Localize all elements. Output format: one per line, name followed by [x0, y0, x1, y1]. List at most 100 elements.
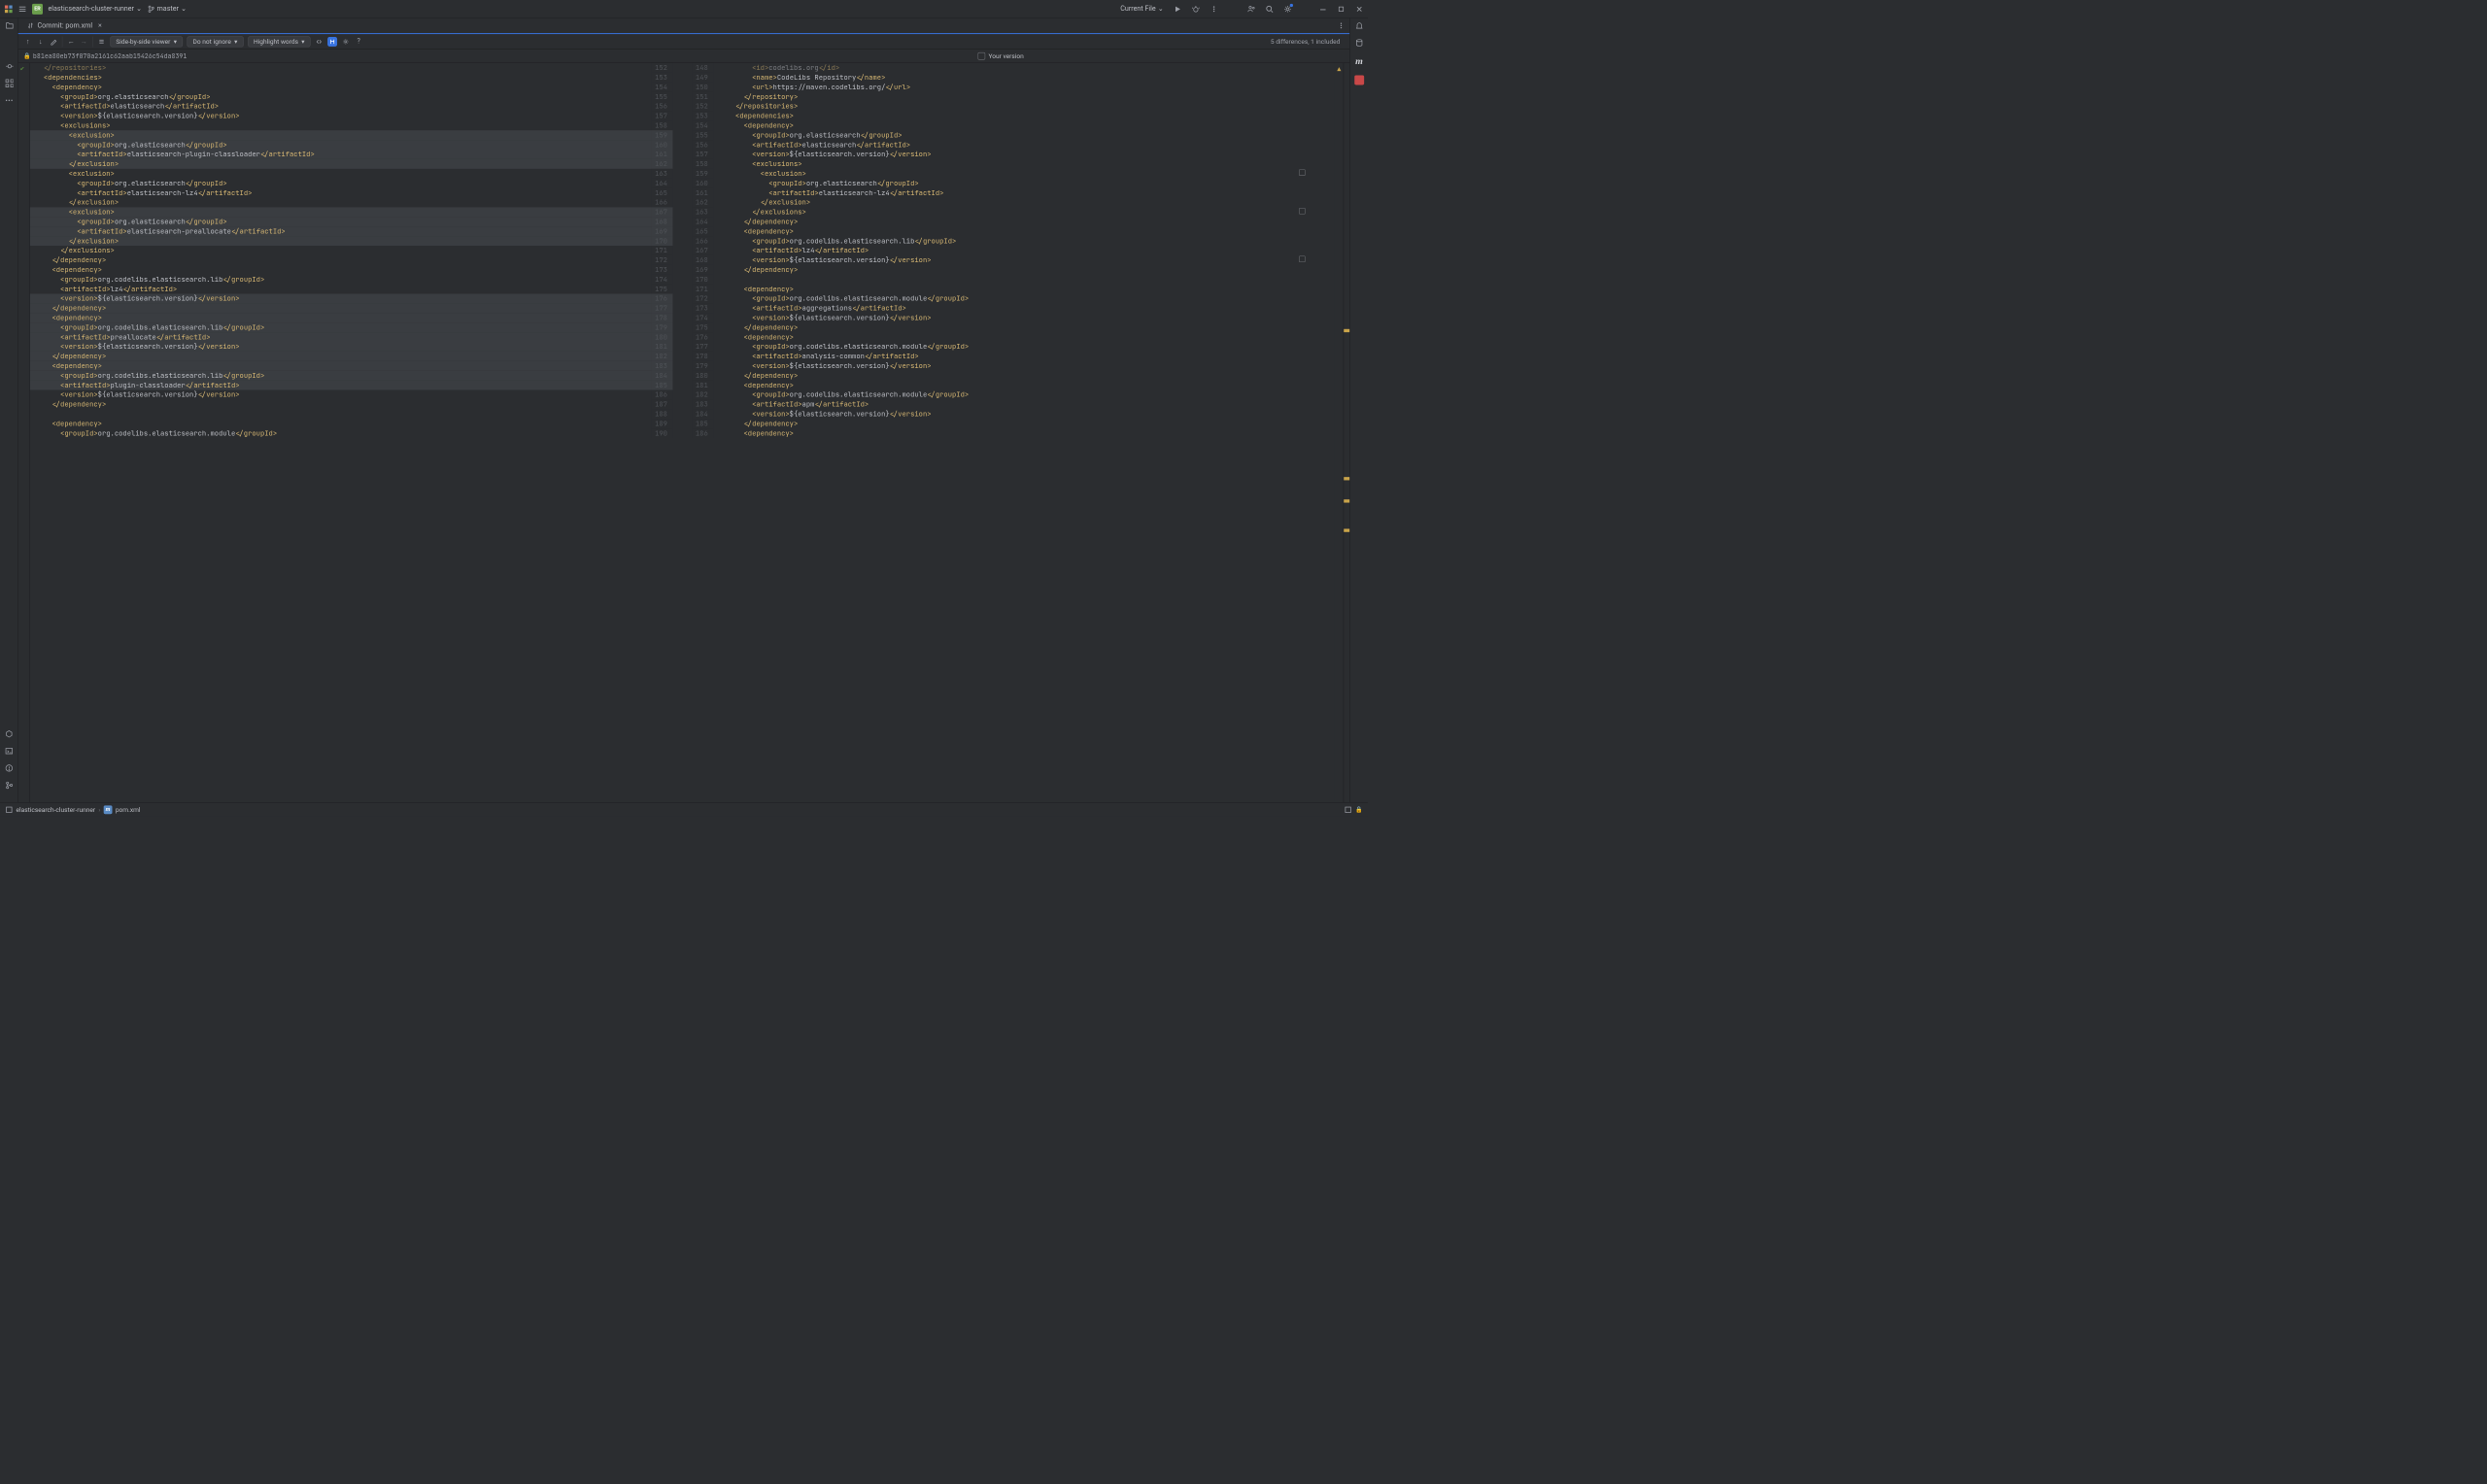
code-line[interactable]: 184 <version>${elasticsearch.version}</v…	[692, 409, 1335, 419]
code-line[interactable]: 186 <dependency>	[692, 428, 1335, 438]
project-tool-icon[interactable]	[5, 21, 14, 30]
left-diff-pane[interactable]: </repositories> 152 <dependencies> 153 <…	[30, 63, 673, 802]
minimize-icon[interactable]	[1318, 5, 1327, 14]
main-menu-icon[interactable]	[18, 5, 27, 14]
project-dropdown[interactable]: elasticsearch-cluster-runner ⌄	[49, 5, 143, 13]
code-line[interactable]: <version>${elasticsearch.version}</versi…	[30, 294, 673, 304]
code-line[interactable]: </exclusion> 170	[30, 236, 673, 246]
indent-icon[interactable]	[1345, 806, 1352, 814]
include-change-checkbox[interactable]	[1299, 169, 1306, 176]
code-line[interactable]: 165 <dependency>	[692, 226, 1335, 236]
your-version-checkbox[interactable]	[977, 52, 985, 60]
code-line[interactable]: <groupId>org.elasticsearch</groupId> 160	[30, 140, 673, 150]
ignore-dropdown[interactable]: Do not ignore▾	[187, 36, 243, 47]
code-line[interactable]: </repositories> 152	[30, 63, 673, 73]
structure-tool-icon[interactable]	[5, 79, 14, 87]
code-line[interactable]: <dependency> 154	[30, 83, 673, 92]
code-line[interactable]: </exclusion> 162	[30, 159, 673, 169]
right-diff-pane[interactable]: 148 <id>codelibs.org</id> 149 <name>Code…	[692, 63, 1335, 802]
run-icon[interactable]	[1174, 5, 1182, 14]
database-icon[interactable]	[1355, 39, 1364, 48]
run-config-dropdown[interactable]: Current File ⌄	[1120, 5, 1164, 13]
code-line[interactable]: 177 <groupId>org.codelibs.elasticsearch.…	[692, 342, 1335, 352]
code-line[interactable]: 155 <groupId>org.elasticsearch</groupId>	[692, 130, 1335, 140]
code-line[interactable]: 170	[692, 275, 1335, 285]
highlight-dropdown[interactable]: Highlight words▾	[248, 36, 311, 47]
commit-tool-icon[interactable]	[5, 62, 14, 71]
code-with-me-icon[interactable]	[1247, 5, 1256, 14]
search-icon[interactable]	[1265, 5, 1274, 14]
code-line[interactable]: 185 </dependency>	[692, 419, 1335, 428]
gear-icon[interactable]	[342, 37, 351, 46]
tab-more-icon[interactable]	[1337, 21, 1346, 30]
code-line[interactable]: <exclusion> 163	[30, 169, 673, 179]
code-line[interactable]: </dependency> 187	[30, 399, 673, 409]
list-icon[interactable]	[97, 37, 106, 46]
more-icon[interactable]	[1209, 5, 1218, 14]
code-line[interactable]: 181 <dependency>	[692, 381, 1335, 390]
code-line[interactable]: 156 <artifactId>elasticsearch</artifactI…	[692, 140, 1335, 150]
code-line[interactable]: <artifactId>plugin-classloader</artifact…	[30, 381, 673, 390]
code-line[interactable]: 183 <artifactId>apm</artifactId>	[692, 399, 1335, 409]
code-line[interactable]: <dependency> 183	[30, 361, 673, 371]
code-line[interactable]: <artifactId>lz4</artifactId> 175	[30, 285, 673, 294]
code-line[interactable]: <dependency> 189	[30, 419, 673, 428]
code-line[interactable]: <groupId>org.elasticsearch</groupId> 164	[30, 179, 673, 188]
code-line[interactable]: 175 </dependency>	[692, 322, 1335, 332]
code-line[interactable]: 162 </exclusion>	[692, 198, 1335, 208]
close-tab-icon[interactable]: ×	[95, 21, 104, 30]
code-line[interactable]: <artifactId>preallocate</artifactId> 180	[30, 332, 673, 342]
include-change-checkbox[interactable]	[1299, 255, 1306, 262]
code-line[interactable]: 160 <groupId>org.elasticsearch</groupId>	[692, 179, 1335, 188]
code-line[interactable]: <dependency> 173	[30, 265, 673, 275]
code-line[interactable]: <exclusion> » 167	[30, 207, 673, 217]
help-icon[interactable]: ?	[355, 37, 363, 46]
edit-icon[interactable]	[50, 37, 58, 46]
code-line[interactable]: 157 <version>${elasticsearch.version}</v…	[692, 150, 1335, 159]
code-line[interactable]: 164 </dependency>	[692, 217, 1335, 226]
overview-ruler[interactable]	[1344, 63, 1350, 802]
vcs-tool-icon[interactable]	[5, 781, 14, 790]
more-tool-icon[interactable]	[5, 96, 14, 105]
code-line[interactable]: 172 <groupId>org.codelibs.elasticsearch.…	[692, 294, 1335, 304]
code-line[interactable]: 150 <url>https://maven.codelibs.org/</ur…	[692, 83, 1335, 92]
code-line[interactable]: <dependency> 178	[30, 313, 673, 322]
include-change-checkbox[interactable]	[1299, 208, 1306, 215]
notifications-icon[interactable]	[1355, 21, 1364, 30]
maximize-icon[interactable]	[1337, 5, 1346, 14]
code-line[interactable]: <groupId>org.elasticsearch</groupId> 155	[30, 92, 673, 102]
code-line[interactable]: 188	[30, 409, 673, 419]
terminal-tool-icon[interactable]	[5, 747, 14, 756]
code-line[interactable]: 174 <version>${elasticsearch.version}</v…	[692, 313, 1335, 322]
code-line[interactable]: 168 <version>${elasticsearch.version}</v…	[692, 255, 1335, 265]
code-line[interactable]: 171 <dependency>	[692, 285, 1335, 294]
breadcrumb-file[interactable]: pom.xml	[116, 806, 141, 814]
nav-icon[interactable]	[6, 806, 14, 814]
code-line[interactable]: <groupId>org.codelibs.elasticsearch.lib<…	[30, 322, 673, 332]
code-line[interactable]: 167 <artifactId>lz4</artifactId>	[692, 246, 1335, 255]
settings-icon[interactable]	[1283, 5, 1292, 14]
close-icon[interactable]	[1355, 5, 1364, 14]
code-line[interactable]: </dependency> 172	[30, 255, 673, 265]
code-line[interactable]: <version>${elasticsearch.version}</versi…	[30, 111, 673, 120]
code-line[interactable]: 173 <artifactId>aggregations</artifactId…	[692, 303, 1335, 313]
code-line[interactable]: 169 </dependency>	[692, 265, 1335, 275]
code-line[interactable]: <groupId>org.elasticsearch</groupId> 168	[30, 217, 673, 226]
code-line[interactable]: 152 </repositories>	[692, 102, 1335, 112]
code-line[interactable]: <exclusion> » 159	[30, 130, 673, 140]
code-line[interactable]: </exclusion> 166	[30, 198, 673, 208]
code-line[interactable]: 161 <artifactId>elasticsearch-lz4</artif…	[692, 188, 1335, 198]
branch-dropdown[interactable]: master ⌄	[148, 5, 187, 13]
code-line[interactable]: <groupId>org.codelibs.elasticsearch.lib<…	[30, 371, 673, 381]
code-line[interactable]: <dependencies> 153	[30, 73, 673, 83]
code-line[interactable]: 178 <artifactId>analysis-common</artifac…	[692, 352, 1335, 361]
debug-icon[interactable]	[1192, 5, 1201, 14]
code-line[interactable]: 154 <dependency>	[692, 120, 1335, 130]
code-line[interactable]: <artifactId>elasticsearch-plugin-classlo…	[30, 150, 673, 159]
code-line[interactable]: 163 </exclusions>	[692, 207, 1335, 217]
code-line[interactable]: 158 <exclusions>	[692, 159, 1335, 169]
code-line[interactable]: </dependency> 177	[30, 303, 673, 313]
sync-scroll-icon[interactable]	[327, 37, 337, 47]
code-line[interactable]: 166 <groupId>org.codelibs.elasticsearch.…	[692, 236, 1335, 246]
lock-status-icon[interactable]: 🔒	[1355, 806, 1363, 813]
